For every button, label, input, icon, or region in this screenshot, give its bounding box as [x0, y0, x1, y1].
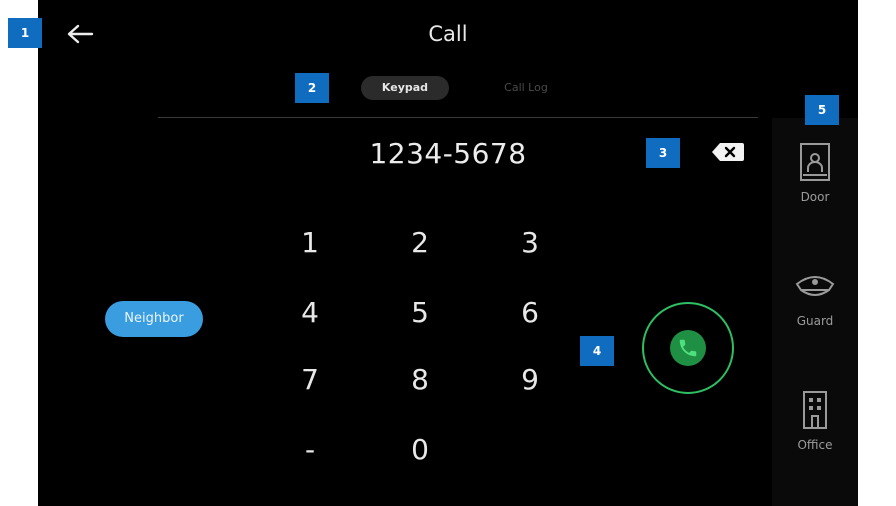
sidebar-item-office[interactable]: Office: [772, 390, 858, 452]
annotation-marker-3: 3: [646, 138, 680, 168]
key-9[interactable]: 9: [495, 352, 565, 408]
call-screen: Call Keypad Call Log 1234-5678 1 2 3 4 5…: [38, 0, 858, 506]
call-button[interactable]: [642, 302, 734, 394]
key-7[interactable]: 7: [275, 352, 345, 408]
key-4[interactable]: 4: [275, 285, 345, 341]
call-button-inner: [670, 330, 706, 366]
sidebar-item-label: Office: [797, 438, 833, 452]
key-2[interactable]: 2: [385, 215, 455, 271]
phone-icon: [679, 339, 697, 357]
tab-bar: Keypad Call Log: [38, 76, 858, 102]
page-title: Call: [428, 22, 468, 46]
key-5[interactable]: 5: [385, 285, 455, 341]
office-building-icon: [803, 391, 827, 429]
annotation-marker-2: 2: [295, 73, 329, 103]
divider: [158, 117, 758, 118]
sidebar-item-guard[interactable]: Guard: [772, 266, 858, 328]
dialed-number-display: 1234-5678: [369, 137, 527, 170]
annotation-marker-5: 5: [805, 95, 839, 125]
key-8[interactable]: 8: [385, 352, 455, 408]
sidebar-item-door[interactable]: Door: [772, 142, 858, 204]
key-3[interactable]: 3: [495, 215, 565, 271]
door-icon: [800, 143, 830, 181]
sidebar-item-label: Door: [800, 190, 830, 204]
guard-icon: [795, 276, 835, 296]
tab-keypad[interactable]: Keypad: [361, 76, 449, 100]
neighbor-button[interactable]: Neighbor: [105, 301, 203, 337]
tab-call-log[interactable]: Call Log: [478, 76, 574, 100]
backspace-icon: [712, 143, 744, 161]
quick-call-sidebar: Door Guard Office: [772, 118, 858, 506]
annotation-marker-4: 4: [580, 336, 614, 366]
key-dash[interactable]: -: [275, 422, 345, 478]
backspace-button[interactable]: [710, 140, 746, 164]
sidebar-item-label: Guard: [796, 314, 834, 328]
key-1[interactable]: 1: [275, 215, 345, 271]
annotation-marker-1: 1: [8, 18, 42, 48]
key-6[interactable]: 6: [495, 285, 565, 341]
key-0[interactable]: 0: [385, 422, 455, 478]
